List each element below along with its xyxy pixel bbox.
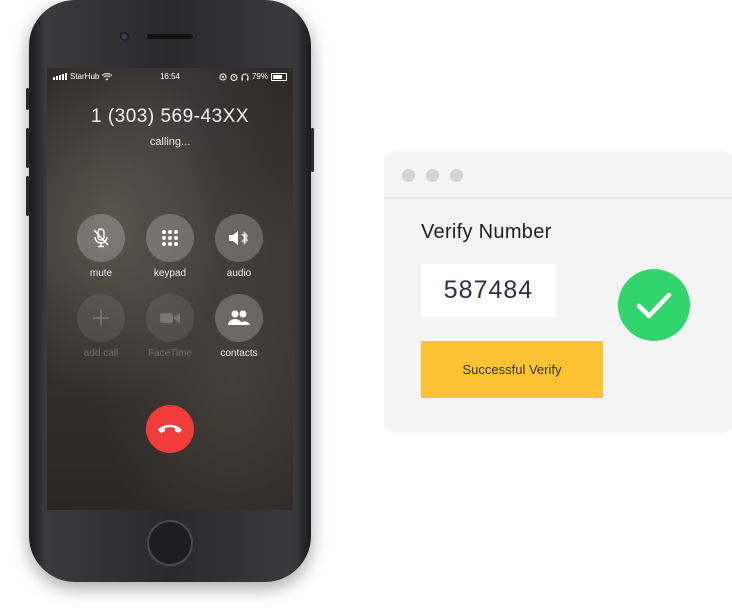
verify-window: Verify Number 587484 Successful Verify bbox=[384, 151, 732, 433]
headphones-icon bbox=[241, 73, 249, 80]
window-dot-2 bbox=[426, 169, 439, 182]
mute-switch bbox=[26, 88, 29, 110]
video-camera-icon bbox=[160, 313, 180, 323]
battery-percent: 79% bbox=[251, 72, 268, 81]
keypad-label: keypad bbox=[153, 268, 187, 279]
window-titlebar bbox=[384, 151, 732, 199]
volume-up-button bbox=[26, 128, 29, 168]
keypad-button[interactable]: keypad bbox=[138, 214, 202, 279]
audio-button[interactable]: audio bbox=[207, 214, 271, 279]
facetime-label: FaceTime bbox=[147, 348, 193, 359]
verification-code-field[interactable]: 587484 bbox=[421, 264, 556, 317]
contacts-label: contacts bbox=[220, 348, 258, 359]
location-lock-icon bbox=[219, 73, 227, 80]
contacts-icon bbox=[228, 310, 250, 325]
add-call-label: add call bbox=[83, 348, 119, 359]
phone-mockup: StarHub 16:54 79% 1 (303) 569-43XX calli… bbox=[26, 0, 314, 582]
contacts-button[interactable]: contacts bbox=[207, 294, 271, 359]
audio-label: audio bbox=[226, 268, 252, 279]
battery-icon bbox=[271, 72, 287, 81]
front-camera bbox=[120, 32, 129, 41]
earpiece-speaker bbox=[147, 34, 193, 39]
call-status: calling... bbox=[149, 136, 191, 148]
phone-hangup-icon bbox=[158, 424, 182, 433]
facetime-button[interactable]: FaceTime bbox=[138, 294, 202, 359]
end-call-button[interactable] bbox=[146, 405, 194, 453]
power-button bbox=[311, 128, 314, 172]
mute-button[interactable]: mute bbox=[69, 214, 133, 279]
checkmark-icon bbox=[636, 292, 672, 319]
window-dot-3 bbox=[450, 169, 463, 182]
status-bar: StarHub 16:54 79% bbox=[47, 71, 293, 83]
plus-icon bbox=[93, 310, 109, 326]
verify-title: Verify Number bbox=[421, 221, 552, 243]
mute-label: mute bbox=[89, 268, 113, 279]
successful-verify-button[interactable]: Successful Verify bbox=[421, 341, 603, 398]
success-badge bbox=[618, 269, 690, 341]
home-button[interactable] bbox=[147, 520, 193, 566]
phone-screen: StarHub 16:54 79% 1 (303) 569-43XX calli… bbox=[47, 68, 293, 510]
window-dot-1 bbox=[402, 169, 415, 182]
keypad-icon bbox=[162, 230, 178, 246]
speaker-bluetooth-icon bbox=[229, 231, 248, 245]
caller-number: 1 (303) 569-43XX bbox=[91, 106, 249, 127]
alarm-icon bbox=[230, 73, 238, 81]
add-call-button[interactable]: add call bbox=[69, 294, 133, 359]
volume-down-button bbox=[26, 176, 29, 216]
mic-off-icon bbox=[93, 228, 109, 248]
